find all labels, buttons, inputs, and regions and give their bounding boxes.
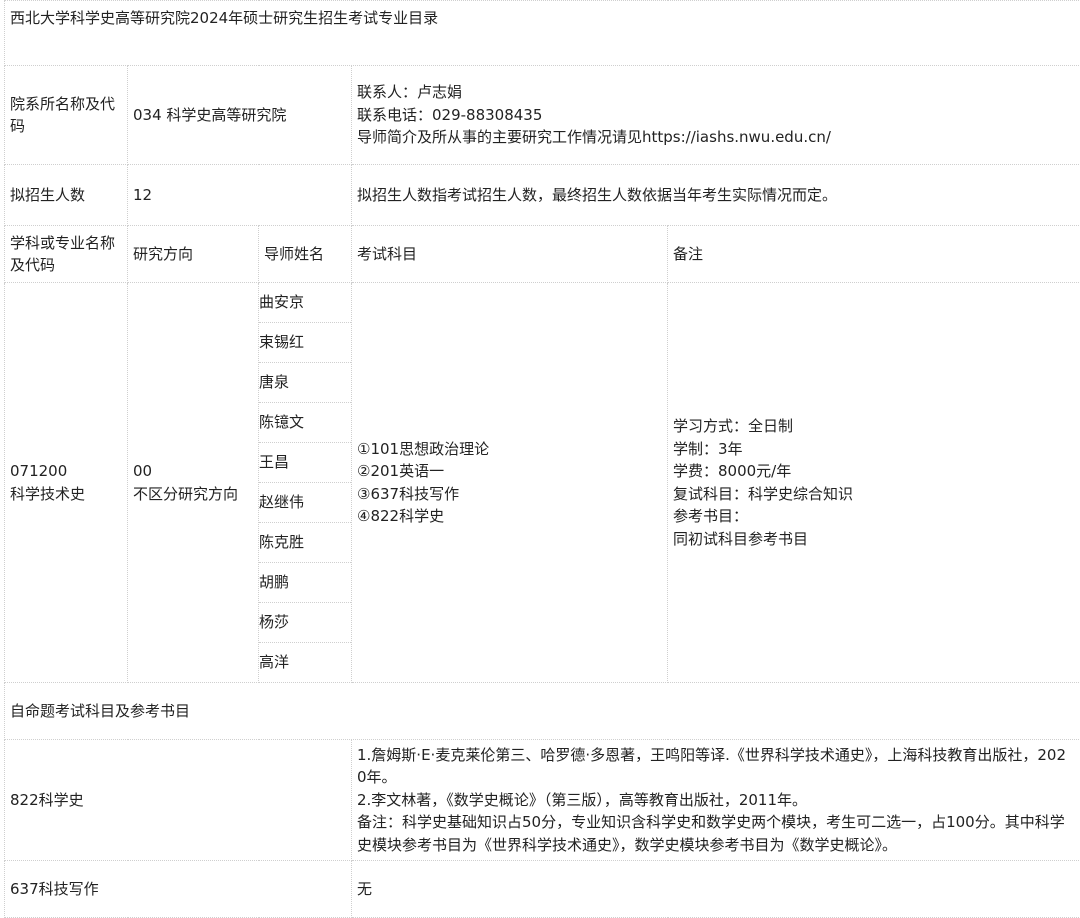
tutor-name: 杨莎	[259, 603, 351, 643]
remark-item: 参考书目：	[673, 505, 1075, 528]
contact-person: 联系人：卢志娟	[357, 81, 1075, 104]
program-exams: ①101思想政治理论 ②201英语一 ③637科技写作 ④822科学史	[352, 283, 668, 683]
exam-item: ③637科技写作	[357, 483, 662, 506]
direction-name: 不区分研究方向	[133, 483, 253, 506]
program-name: 科学技术史	[10, 483, 122, 506]
tutor-name: 王昌	[259, 443, 351, 483]
enroll-label: 拟招生人数	[5, 165, 128, 226]
tutor-name: 曲安京	[259, 283, 351, 323]
subject-name: 637科技写作	[5, 861, 352, 918]
dept-row: 院系所名称及代码 034 科学史高等研究院 联系人：卢志娟 联系电话：029-8…	[5, 66, 1080, 165]
program-tutors: 曲安京 束锡红 唐泉 陈镱文 王昌 赵继伟 陈克胜 胡鹏 杨莎 高洋	[259, 283, 352, 683]
enroll-value: 12	[128, 165, 352, 226]
tutor-list: 曲安京 束锡红 唐泉 陈镱文 王昌 赵继伟 陈克胜 胡鹏 杨莎 高洋	[259, 283, 351, 682]
program-code: 071200	[10, 460, 122, 483]
remark-item: 学制：3年	[673, 438, 1075, 461]
enroll-note: 拟招生人数指考试招生人数，最终招生人数依据当年考生实际情况而定。	[352, 165, 1080, 226]
self-exam-label: 自命题考试科目及参考书目	[5, 683, 1080, 740]
header-tutor: 导师姓名	[259, 226, 352, 283]
header-row: 学科或专业名称及代码 研究方向 导师姓名 考试科目 备注	[5, 226, 1080, 283]
subject-row: 822科学史 1.詹姆斯·E·麦克莱伦第三、哈罗德·多恩著，王鸣阳等译.《世界科…	[5, 740, 1080, 861]
header-exam: 考试科目	[352, 226, 668, 283]
program-direction: 00 不区分研究方向	[128, 283, 259, 683]
tutor-name: 束锡红	[259, 323, 351, 363]
header-direction: 研究方向	[128, 226, 259, 283]
catalog-table: 西北大学科学史高等研究院2024年硕士研究生招生考试专业目录 院系所名称及代码 …	[4, 0, 1080, 918]
remark-item: 学费：8000元/年	[673, 460, 1075, 483]
page-title: 西北大学科学史高等研究院2024年硕士研究生招生考试专业目录	[5, 1, 1080, 66]
header-remark: 备注	[668, 226, 1080, 283]
exam-item: ①101思想政治理论	[357, 438, 662, 461]
dept-value: 034 科学史高等研究院	[128, 66, 352, 165]
subject-name: 822科学史	[5, 740, 352, 861]
remark-item: 复试科目：科学史综合知识	[673, 483, 1075, 506]
dept-contact-cell: 联系人：卢志娟 联系电话：029-88308435 导师简介及所从事的主要研究工…	[352, 66, 1080, 165]
tutor-name: 高洋	[259, 643, 351, 683]
ref-item: 2.李文林著，《数学史概论》（第三版），高等教育出版社，2011年。	[357, 789, 1075, 812]
self-exam-row: 自命题考试科目及参考书目	[5, 683, 1080, 740]
tutor-name: 陈克胜	[259, 523, 351, 563]
subject-row: 637科技写作 无	[5, 861, 1080, 918]
tutor-name: 赵继伟	[259, 483, 351, 523]
tutor-info-link-text: 导师简介及所从事的主要研究工作情况请见https://iashs.nwu.edu…	[357, 126, 1075, 149]
tutor-name: 胡鹏	[259, 563, 351, 603]
subject-refs: 无	[352, 861, 1080, 918]
direction-code: 00	[133, 460, 253, 483]
program-remarks: 学习方式：全日制 学制：3年 学费：8000元/年 复试科目：科学史综合知识 参…	[668, 283, 1080, 683]
tutor-name: 唐泉	[259, 363, 351, 403]
contact-phone: 联系电话：029-88308435	[357, 104, 1075, 127]
remark-item: 同初试科目参考书目	[673, 528, 1075, 551]
title-row: 西北大学科学史高等研究院2024年硕士研究生招生考试专业目录	[5, 1, 1080, 66]
remark-item: 学习方式：全日制	[673, 415, 1075, 438]
tutor-name: 陈镱文	[259, 403, 351, 443]
ref-item: 1.詹姆斯·E·麦克莱伦第三、哈罗德·多恩著，王鸣阳等译.《世界科学技术通史》，…	[357, 744, 1075, 789]
ref-item: 备注：科学史基础知识占50分，专业知识含科学史和数学史两个模块，考生可二选一，占…	[357, 811, 1075, 856]
header-major: 学科或专业名称及代码	[5, 226, 128, 283]
enroll-row: 拟招生人数 12 拟招生人数指考试招生人数，最终招生人数依据当年考生实际情况而定…	[5, 165, 1080, 226]
exam-item: ④822科学史	[357, 505, 662, 528]
program-row: 071200 科学技术史 00 不区分研究方向 曲安京 束锡红 唐泉 陈镱文 王…	[5, 283, 1080, 683]
exam-item: ②201英语一	[357, 460, 662, 483]
dept-label: 院系所名称及代码	[5, 66, 128, 165]
program-major: 071200 科学技术史	[5, 283, 128, 683]
subject-refs: 1.詹姆斯·E·麦克莱伦第三、哈罗德·多恩著，王鸣阳等译.《世界科学技术通史》，…	[352, 740, 1080, 861]
